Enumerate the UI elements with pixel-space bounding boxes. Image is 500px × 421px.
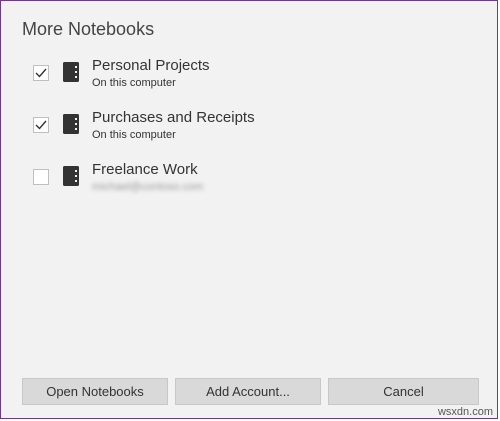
notebook-list: Personal Projects On this computer Purch… [33, 57, 477, 213]
notebook-checkbox[interactable] [33, 117, 49, 133]
checkmark-icon [35, 68, 47, 78]
notebook-location: On this computer [92, 129, 176, 141]
add-account-button[interactable]: Add Account... [175, 378, 321, 405]
notebook-item-freelance-work[interactable]: Freelance Work michael@contoso.com [33, 161, 477, 213]
open-notebooks-button[interactable]: Open Notebooks [22, 378, 168, 405]
dialog-title: More Notebooks [22, 19, 155, 39]
notebook-checkbox[interactable] [33, 65, 49, 81]
notebook-icon [63, 62, 79, 82]
dialog-button-bar: Open Notebooks Add Account... Cancel [22, 378, 479, 405]
checkmark-icon [35, 120, 47, 130]
cancel-button[interactable]: Cancel [328, 378, 479, 405]
notebook-location: On this computer [92, 77, 176, 89]
notebook-checkbox[interactable] [33, 169, 49, 185]
notebook-name: Personal Projects [92, 57, 210, 74]
notebook-icon [63, 114, 79, 134]
watermark: wsxdn.com [437, 406, 493, 418]
notebook-icon [63, 166, 79, 186]
notebook-account-email: michael@contoso.com [92, 181, 204, 193]
notebook-name: Freelance Work [92, 161, 198, 178]
notebook-name: Purchases and Receipts [92, 109, 255, 126]
more-notebooks-dialog: More Notebooks Personal Projects On this… [0, 0, 498, 419]
notebook-item-purchases-and-receipts[interactable]: Purchases and Receipts On this computer [33, 109, 477, 161]
notebook-item-personal-projects[interactable]: Personal Projects On this computer [33, 57, 477, 109]
